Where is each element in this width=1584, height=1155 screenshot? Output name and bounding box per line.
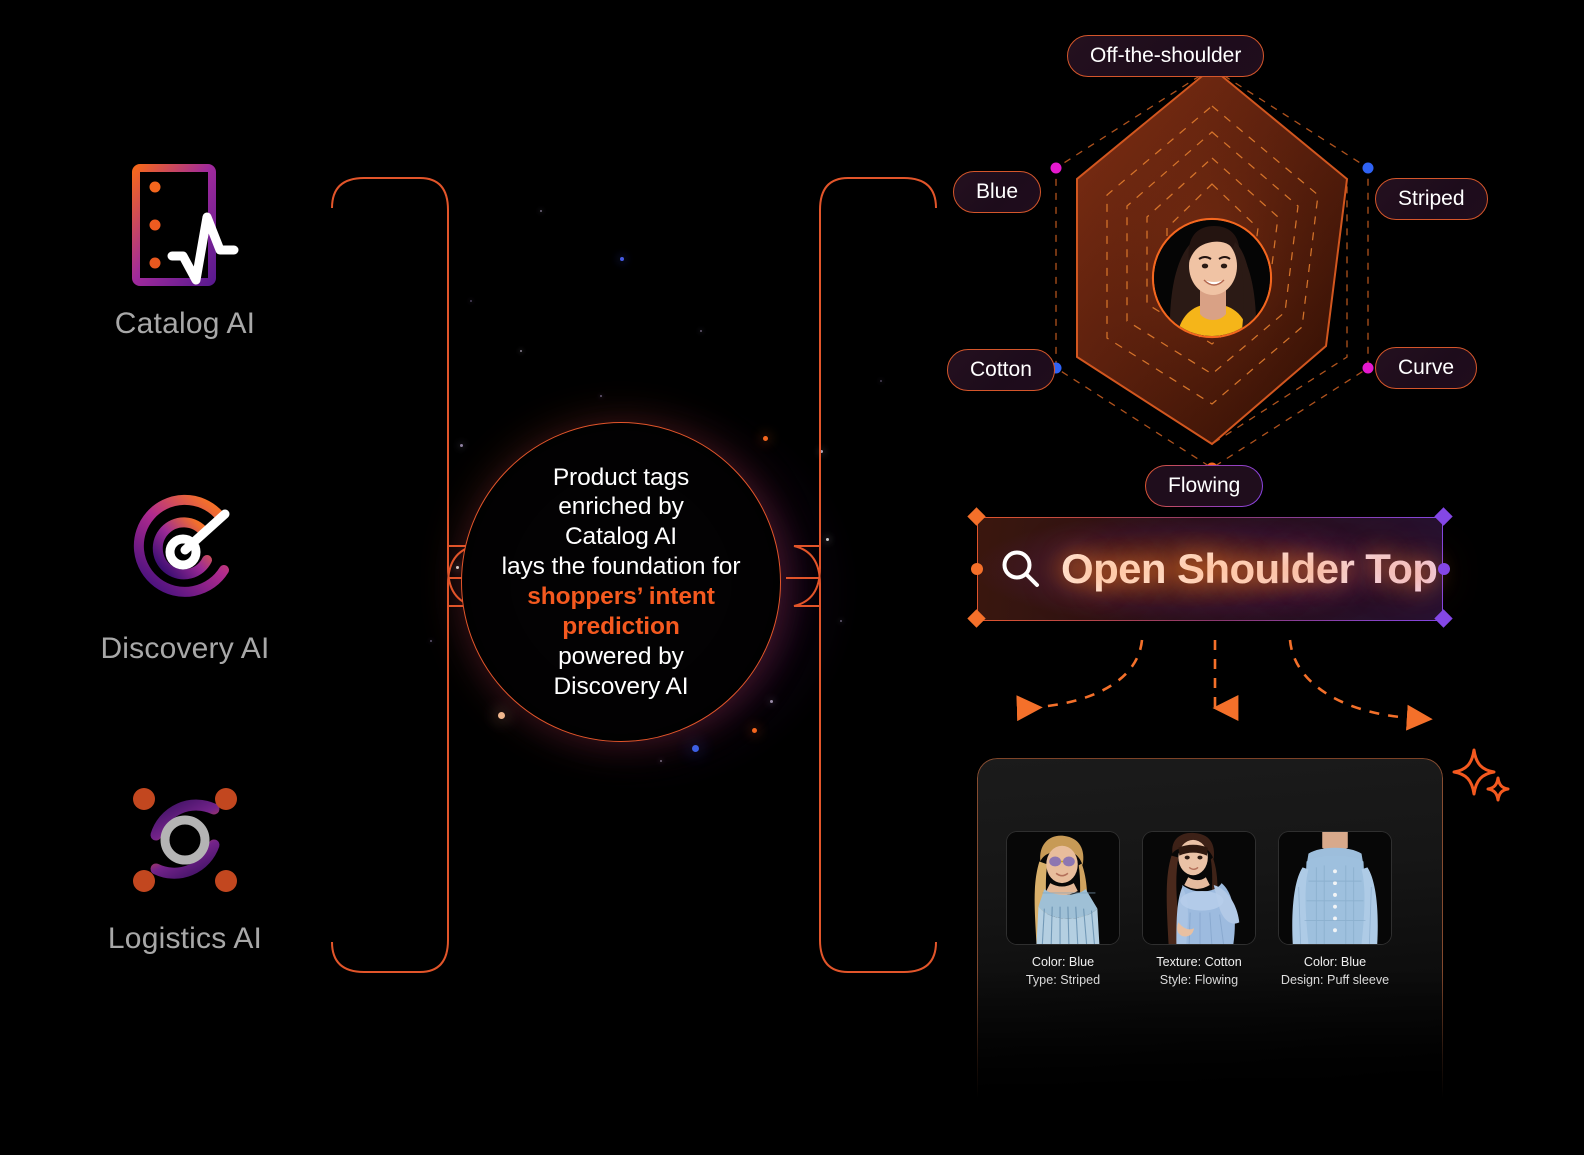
star-particle (770, 700, 773, 703)
result-attribute-line-1: Color: Blue (1303, 955, 1367, 969)
attribute-radar-chart: Off-the-shoulder Blue Striped Cotton Cur… (940, 35, 1500, 506)
results-card-list: Color: Blue Type: Striped Texture: Cotto… (978, 759, 1442, 990)
tag-label: Curve (1398, 356, 1455, 379)
sparkle-icon (1452, 748, 1510, 802)
search-icon (1002, 550, 1039, 587)
radar-vertex-striped (1362, 162, 1374, 174)
feature-label: Logistics AI (107, 922, 263, 955)
flow-arrows (1016, 639, 1433, 731)
feature-catalog-ai[interactable]: Catalog AI (55, 155, 315, 341)
feature-discovery-ai[interactable]: Discovery AI (55, 480, 315, 666)
radar-vertex-blue (1050, 162, 1062, 174)
star-particle (660, 760, 662, 762)
result-attribute-line-2: Style: Flowing (1159, 972, 1239, 987)
star-particle (470, 300, 472, 302)
star-particle (620, 257, 624, 261)
left-bracket-connector (331, 177, 480, 973)
result-attribute-line-1: Texture: Cotton (1156, 955, 1242, 969)
core-line-3: Catalog AI (564, 523, 678, 551)
core-line-4: lays the foundation for (501, 553, 741, 581)
star-particle (820, 450, 823, 453)
star-particle (840, 620, 842, 622)
star-particle (692, 745, 699, 752)
tag-pill-curve[interactable]: Curve (1375, 347, 1478, 389)
feature-label: Catalog AI (114, 307, 256, 340)
search-handle-right-mid[interactable] (1438, 563, 1450, 575)
core-line-1: Product tags (552, 463, 690, 491)
result-card[interactable]: Color: Blue Design: Puff sleeve (1278, 831, 1392, 990)
search-query-text: Open Shoulder Top (1061, 545, 1438, 592)
star-particle (763, 436, 768, 441)
product-thumbnail-flowing-top (1142, 831, 1256, 945)
result-attribute-line-1: Color: Blue (1031, 955, 1095, 969)
star-particle (700, 330, 702, 332)
feature-logistics-ai[interactable]: Logistics AI (55, 770, 315, 956)
star-particle (456, 566, 459, 569)
result-attribute-line-2: Type: Striped (1025, 972, 1101, 987)
right-bracket-connector (786, 177, 937, 973)
tag-label: Blue (976, 180, 1019, 203)
product-thumbnail-puff-sleeve-top (1278, 831, 1392, 945)
star-particle (520, 350, 522, 352)
results-panel: Color: Blue Type: Striped Texture: Cotto… (977, 758, 1443, 1098)
core-statement-circle: Product tags enriched by Catalog AI lays… (461, 422, 781, 742)
catalog-ai-icon (55, 155, 315, 295)
star-particle (600, 395, 602, 397)
tag-label: Flowing (1168, 474, 1241, 497)
star-particle (498, 712, 505, 719)
discovery-ai-icon (55, 480, 315, 620)
star-particle (752, 728, 757, 733)
core-line-5: powered by (558, 642, 684, 670)
search-bar[interactable]: Open Shoulder Top (977, 517, 1443, 621)
search-handle-left-mid[interactable] (971, 563, 983, 575)
core-highlight-2: prediction (562, 612, 680, 640)
infographic-canvas: Catalog AI Discovery AI Logistics AI Pro… (0, 0, 1584, 1155)
star-particle (540, 210, 542, 212)
tag-label: Off-the-shoulder (1090, 44, 1242, 67)
radar-vertex-curve (1362, 362, 1374, 374)
core-line-6: Discovery AI (553, 672, 689, 700)
star-particle (826, 538, 829, 541)
core-highlight-1: shoppers’ intent (527, 583, 715, 610)
radar-svg (1050, 62, 1374, 474)
result-card[interactable]: Texture: Cotton Style: Flowing (1142, 831, 1256, 990)
star-particle (430, 640, 432, 642)
result-attribute-line-2: Design: Puff sleeve (1280, 972, 1390, 987)
tag-pill-striped[interactable]: Striped (1375, 178, 1488, 220)
tag-label: Cotton (970, 358, 1032, 381)
tag-pill-flowing[interactable]: Flowing (1145, 465, 1263, 507)
feature-label: Discovery AI (100, 632, 270, 665)
product-thumbnail-striped-dress (1006, 831, 1120, 945)
tag-pill-off-the-shoulder[interactable]: Off-the-shoulder (1067, 35, 1265, 77)
star-particle (880, 380, 882, 382)
core-statement-text: Product tags enriched by Catalog AI lays… (496, 463, 747, 702)
tag-pill-blue[interactable]: Blue (953, 171, 1042, 213)
result-card[interactable]: Color: Blue Type: Striped (1006, 831, 1120, 990)
tag-pill-cotton[interactable]: Cotton (947, 349, 1055, 391)
tag-label: Striped (1398, 187, 1465, 210)
core-line-2: enriched by (558, 493, 684, 521)
star-particle (460, 444, 463, 447)
logistics-ai-icon (55, 770, 315, 910)
